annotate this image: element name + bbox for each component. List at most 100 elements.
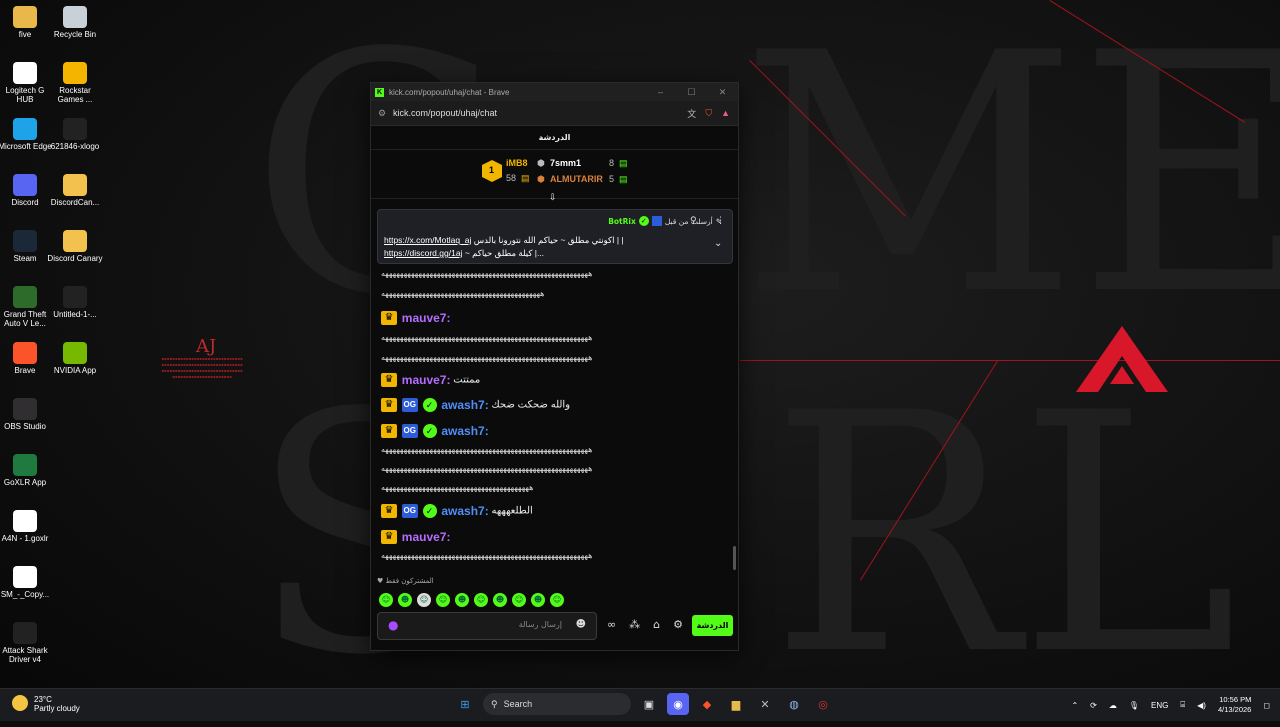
gift-leaderboard: 1 iMB8 58 ▤ ⬢ 7smm1 8 ▤ ⬢ ALMUTARIR 5 ▤ — [371, 150, 738, 199]
chat-input[interactable]: ● إرسال رسالة ☻ — [377, 612, 597, 640]
brave-rewards-icon[interactable]: ▲ — [721, 108, 730, 118]
desktop-shortcut-label: 621846-xlogo — [50, 142, 100, 151]
microphone-tray-icon[interactable]: 🎙 — [1129, 701, 1139, 710]
chat-username[interactable]: awash7: — [441, 504, 488, 518]
minimize-button[interactable]: – — [645, 87, 676, 98]
windows-start-icon[interactable]: ⊞ — [454, 693, 476, 715]
chat-username[interactable]: awash7: — [441, 398, 488, 412]
window-titlebar[interactable]: K kick.com/popout/uhaj/chat - Brave – ☐ … — [371, 83, 738, 101]
desktop-shortcut[interactable]: SM_-_Copy... — [0, 566, 53, 599]
tray-overflow-chevron-icon[interactable]: ⌃ — [1071, 701, 1078, 710]
settings-gear-icon[interactable]: ⚙ — [673, 618, 683, 631]
app-taskbar-icon[interactable]: ◎ — [812, 693, 834, 715]
clock[interactable]: 10:56 PM 4/13/2026 — [1218, 695, 1251, 715]
url-text[interactable]: kick.com/popout/uhaj/chat — [393, 108, 497, 118]
desktop-shortcut[interactable]: Microsoft Edge — [0, 118, 53, 151]
chat-username[interactable]: mauve7: — [402, 530, 451, 544]
chat-username[interactable]: mauve7: — [402, 373, 451, 387]
emote-icon[interactable]: ☻ — [398, 593, 412, 607]
chat-scrollbar[interactable] — [733, 546, 736, 570]
desktop-shortcut[interactable]: OBS Studio — [0, 398, 53, 431]
leader-second-name[interactable]: 7smm1 — [550, 158, 581, 168]
desktop-shortcut[interactable]: Untitled-1-... — [47, 286, 103, 319]
desktop-shortcut[interactable]: A4N - 1.goxlr — [0, 510, 53, 543]
more-options-icon[interactable]: ⋮ — [716, 216, 725, 226]
desktop-shortcut[interactable]: Logitech G HUB — [0, 62, 53, 104]
steam-taskbar-icon[interactable]: ◍ — [783, 693, 805, 715]
og-badge-icon: OG — [401, 504, 418, 518]
emote-icon[interactable]: ☺ — [550, 593, 564, 607]
desktop-shortcut[interactable]: Attack Shark Driver v4 — [0, 622, 53, 664]
desktop-shortcut[interactable]: Discord — [0, 174, 53, 207]
leader-first-name[interactable]: iMB8 — [506, 158, 528, 168]
emote-icon[interactable]: ☻ — [455, 593, 469, 607]
desktop-shortcut[interactable]: Rockstar Games ... — [47, 62, 103, 104]
share-icon[interactable]: ⁂ — [629, 618, 640, 631]
og-badge-icon: OG — [401, 424, 418, 438]
chat-username[interactable]: mauve7: — [402, 311, 451, 325]
leader-third-name[interactable]: ALMUTARIR — [550, 174, 603, 184]
desktop-shortcut[interactable]: Recycle Bin — [47, 6, 103, 39]
desktop-shortcut-label: Microsoft Edge — [0, 142, 52, 151]
discord-taskbar-icon[interactable]: ◉ — [667, 693, 689, 715]
spam-text: هههههههههههههههههههههههههههههههههههههههه… — [381, 464, 593, 473]
language-indicator[interactable]: ENG — [1151, 701, 1168, 710]
pin-icon[interactable]: ⚲ — [690, 216, 697, 226]
emote-icon[interactable]: ☺ — [379, 593, 393, 607]
desktop-shortcut[interactable]: Discord Canary — [47, 230, 103, 263]
file-explorer-icon[interactable]: ▆ — [725, 693, 747, 715]
maximize-button[interactable]: ☐ — [676, 87, 707, 98]
desktop-shortcut[interactable]: DiscordCan... — [47, 174, 103, 207]
emoji-picker-icon[interactable]: ☻ — [576, 619, 586, 630]
task-view-icon[interactable]: ▣ — [638, 693, 660, 715]
chat-message: ♛ mauve7: — [381, 530, 722, 544]
crown-badge-icon: ♛ — [381, 398, 397, 412]
rank-number: 1 — [489, 165, 495, 175]
desktop-shortcut[interactable]: NVIDIA App — [47, 342, 103, 375]
emote-bar: ☺ ☻ ☺ ☺ ☻ ☺ ☻ ☺ ☻ ☺ — [379, 593, 564, 607]
emote-icon[interactable]: ☺ — [474, 593, 488, 607]
desktop-shortcut[interactable]: Grand Theft Auto V Le... — [0, 286, 53, 328]
brave-taskbar-icon[interactable]: ◆ — [696, 693, 718, 715]
notifications-icon[interactable]: ◻ — [1263, 701, 1270, 710]
site-settings-icon[interactable]: ⚙ — [371, 108, 393, 119]
sync-icon[interactable]: ⟳ — [1090, 701, 1097, 710]
send-chat-button[interactable]: الدردشة — [692, 615, 733, 636]
translate-icon[interactable]: 文 — [687, 107, 696, 120]
microphone-icon[interactable]: ● — [388, 618, 398, 632]
desktop-shortcut[interactable]: Steam — [0, 230, 53, 263]
taskbar-search[interactable]: ⚲ Search — [483, 693, 631, 715]
emote-icon[interactable]: ☺ — [512, 593, 526, 607]
weather-temperature: 23°C — [34, 695, 52, 704]
pinned-link-discord[interactable]: https://discord.gg/1aj — [384, 248, 462, 258]
brave-shields-icon[interactable]: ⛉ — [705, 108, 712, 119]
network-icon[interactable]: ⌸ — [1180, 700, 1185, 710]
expand-chevron-down-icon[interactable]: ⌄ — [714, 238, 722, 249]
close-window-button[interactable]: ✕ — [707, 87, 738, 98]
emote-icon[interactable]: ☻ — [493, 593, 507, 607]
pinned-link-x[interactable]: https://x.com/Motlaq_aj — [384, 235, 471, 245]
cloud-icon[interactable]: ☁ — [1109, 701, 1117, 710]
bronze-rank-icon: ⬢ — [537, 174, 545, 184]
infinity-icon[interactable]: ∞ — [607, 618, 616, 631]
volume-icon[interactable]: ◀) — [1197, 701, 1206, 710]
chat-username[interactable]: awash7: — [441, 424, 488, 438]
weather-widget[interactable]: 23°C Partly cloudy — [12, 695, 80, 713]
desktop-shortcut[interactable]: GoXLR App — [0, 454, 53, 487]
emote-icon[interactable]: ☺ — [436, 593, 450, 607]
spam-text: هههههههههههههههههههههههههههههههههههههههه… — [381, 289, 545, 298]
collapse-leaderboard-icon[interactable]: ⇩ — [549, 193, 557, 203]
spam-text: هههههههههههههههههههههههههههههههههههههههه… — [381, 445, 593, 454]
weather-condition: Partly cloudy — [34, 704, 80, 713]
gift-store-icon[interactable]: ⌂ — [653, 618, 660, 631]
emote-icon[interactable]: ☺ — [417, 593, 431, 607]
edge-icon — [13, 118, 37, 140]
address-bar[interactable]: ⚙ kick.com/popout/uhaj/chat 文 ⛉ ▲ — [371, 101, 738, 126]
file-icon — [13, 510, 37, 532]
desktop-shortcut[interactable]: Brave — [0, 342, 53, 375]
desktop-shortcut[interactable]: five — [0, 6, 53, 39]
terminal-icon[interactable]: ✕ — [754, 693, 776, 715]
pinned-bot-name[interactable]: BotRix — [608, 217, 636, 226]
emote-icon[interactable]: ☻ — [531, 593, 545, 607]
desktop-shortcut[interactable]: 621846-xlogo — [47, 118, 103, 151]
